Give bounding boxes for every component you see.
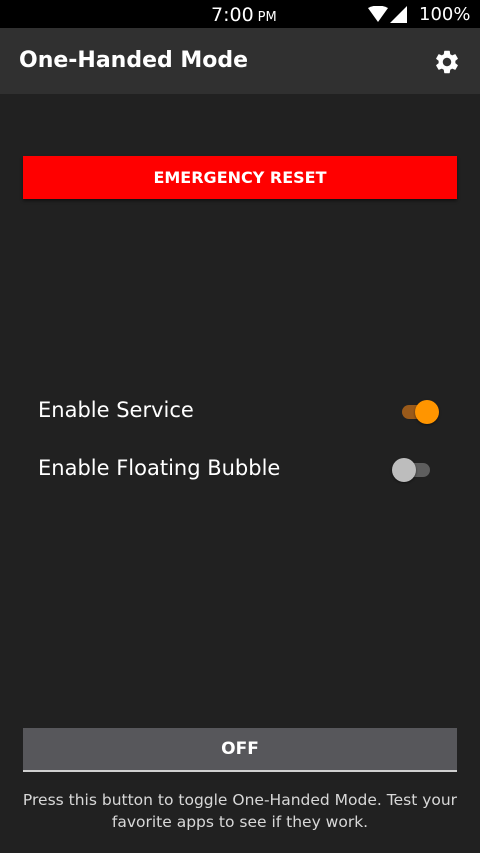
battery-percentage: 100% [419,3,471,25]
cell-signal-icon [390,5,407,23]
toggle-mode-button[interactable]: OFF [23,728,457,772]
app-bar: One-Handed Mode [0,28,480,94]
hint-text: Press this button to toggle One-Handed M… [22,791,458,831]
enable-service-switch[interactable] [392,400,440,424]
status-bar: 7:00 PM 100% [0,0,480,28]
wifi-icon [368,5,388,23]
status-time-ampm: PM [257,10,277,25]
status-time-value: 7:00 [211,4,254,26]
emergency-reset-button[interactable]: EMERGENCY RESET [23,156,457,199]
page-title: One-Handed Mode [19,48,249,73]
setting-row-enable-service[interactable]: Enable Service [0,388,480,436]
setting-row-enable-floating-bubble[interactable]: Enable Floating Bubble [0,446,480,494]
setting-label-enable-service: Enable Service [38,398,194,422]
enable-floating-bubble-switch[interactable] [392,458,440,482]
settings-button[interactable] [433,48,461,76]
switch-thumb [415,400,439,424]
status-icons: 100% [368,3,471,25]
status-time: 7:00 PM [211,4,277,26]
switch-thumb [392,458,416,482]
gear-icon [433,50,461,80]
setting-label-enable-floating-bubble: Enable Floating Bubble [38,456,281,480]
